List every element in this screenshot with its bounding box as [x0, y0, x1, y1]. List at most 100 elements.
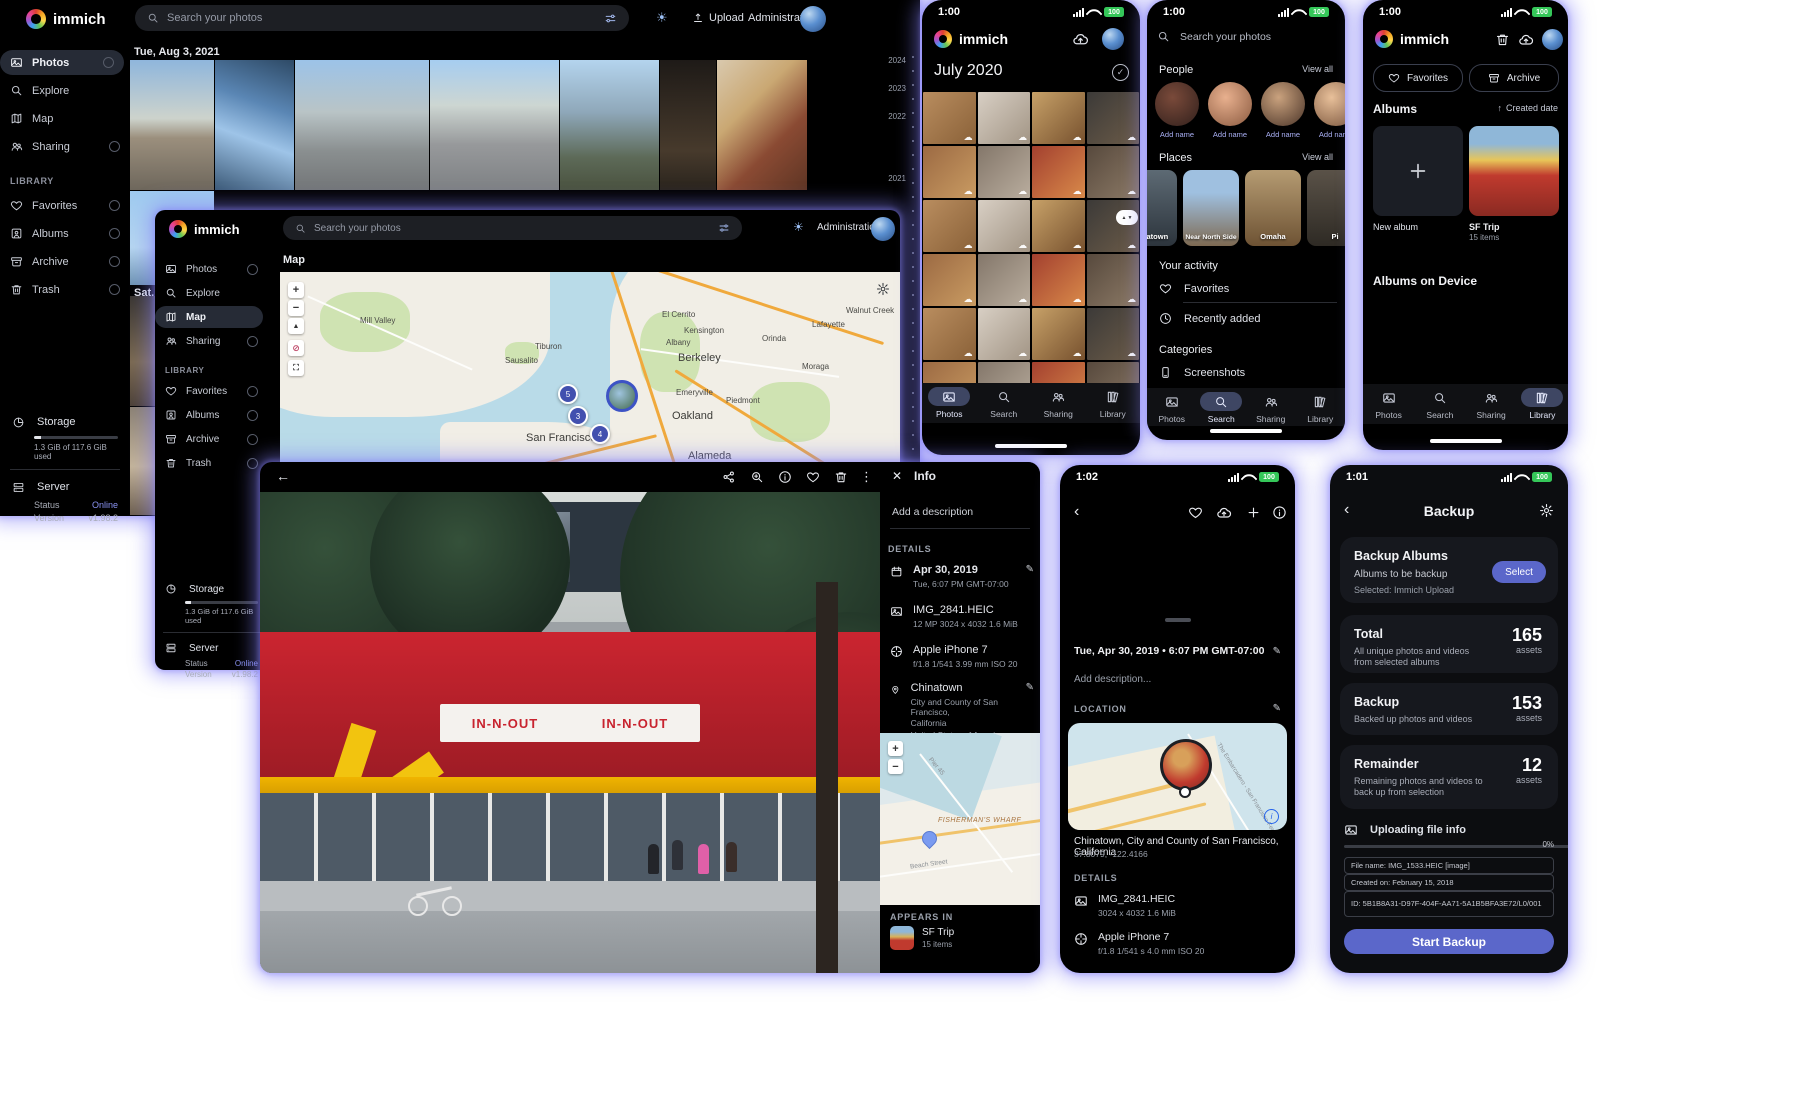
nav-photos[interactable]: Photos: [1147, 388, 1197, 426]
person-face[interactable]: [1314, 82, 1345, 126]
map-photo-cluster[interactable]: 5: [558, 384, 578, 404]
photo-thumbnail[interactable]: ☁: [978, 308, 1031, 360]
add-name-link[interactable]: Add name: [1261, 130, 1305, 139]
photo-thumbnail[interactable]: ☁: [1087, 200, 1140, 252]
timeline-photo[interactable]: [295, 60, 429, 190]
sheet-drag-handle[interactable]: [1165, 618, 1191, 622]
user-avatar[interactable]: [871, 217, 895, 241]
minimap-zoom-out[interactable]: −: [888, 759, 903, 774]
sidebar-item-sharing[interactable]: Sharing: [0, 134, 130, 159]
add-description-field[interactable]: Add description...: [1074, 674, 1151, 685]
people-view-all-link[interactable]: View all: [1302, 64, 1333, 74]
photo-thumbnail[interactable]: ☁: [978, 200, 1031, 252]
sidebar-item-photos[interactable]: Photos: [155, 258, 268, 280]
nav-sharing[interactable]: Sharing: [1246, 388, 1296, 426]
add-name-link[interactable]: Add name: [1155, 130, 1199, 139]
sort-created-date[interactable]: ↑ Created date: [1497, 103, 1558, 113]
favorite-heart-icon[interactable]: [806, 470, 820, 484]
photo-thumbnail[interactable]: ☁: [923, 254, 976, 306]
photo-thumbnail[interactable]: ☁: [1087, 146, 1140, 198]
photo-thumbnail[interactable]: ☁: [1032, 308, 1085, 360]
theme-toggle-icon[interactable]: ☀: [656, 11, 668, 24]
place-card[interactable]: Near North Side: [1183, 170, 1239, 246]
map-photo-marker[interactable]: [606, 380, 638, 412]
photo-thumbnail[interactable]: ☁: [978, 146, 1031, 198]
photo-thumbnail[interactable]: ☁: [1087, 92, 1140, 144]
add-name-link[interactable]: Add name: [1314, 130, 1345, 139]
favorite-heart-icon[interactable]: [1188, 505, 1203, 520]
nav-search[interactable]: Search: [977, 383, 1032, 423]
map-settings-gear-icon[interactable]: [876, 282, 890, 296]
share-icon[interactable]: [722, 470, 736, 484]
sidebar-item-favorites[interactable]: Favorites: [155, 380, 268, 402]
nav-search[interactable]: Search: [1197, 388, 1247, 426]
add-description-field[interactable]: Add a description: [892, 506, 973, 518]
sidebar-item-favorites[interactable]: Favorites: [0, 193, 130, 218]
trash-icon[interactable]: [1495, 32, 1510, 47]
timeline-photo[interactable]: [560, 60, 659, 190]
search-filter-icon[interactable]: [604, 12, 617, 25]
photo-thumbnail[interactable]: ☁: [1087, 254, 1140, 306]
photo-thumbnail[interactable]: ☁: [1032, 254, 1085, 306]
search-input[interactable]: Search your photos: [1157, 30, 1335, 43]
edit-location-icon[interactable]: ✎: [1273, 703, 1281, 714]
edit-date-icon[interactable]: ✎: [1273, 646, 1281, 657]
sidebar-item-map[interactable]: Map: [0, 106, 130, 131]
timeline-scrubber-handle[interactable]: ▲▼: [1116, 210, 1138, 225]
photo-thumbnail[interactable]: ☁: [923, 200, 976, 252]
photo-thumbnail[interactable]: ☁: [1032, 92, 1085, 144]
close-info-icon[interactable]: ✕: [892, 469, 902, 483]
person-face[interactable]: [1261, 82, 1305, 126]
sidebar-item-explore[interactable]: Explore: [155, 282, 268, 304]
timeline-photo[interactable]: [717, 60, 807, 190]
timeline-photo[interactable]: [430, 60, 559, 190]
sidebar-item-archive[interactable]: Archive: [0, 249, 130, 274]
screenshots-row[interactable]: Screenshots: [1159, 366, 1245, 379]
search-filter-icon[interactable]: [718, 222, 730, 234]
back-button[interactable]: ←: [276, 468, 290, 484]
timeline-photo[interactable]: [215, 60, 294, 190]
place-card[interactable]: Pi: [1307, 170, 1345, 246]
archive-button[interactable]: Archive: [1469, 64, 1559, 92]
select-button[interactable]: Select: [1492, 561, 1546, 583]
sidebar-item-albums[interactable]: Albums: [155, 404, 268, 426]
sidebar-item-albums[interactable]: Albums: [0, 221, 130, 246]
album-card-sf-trip[interactable]: [1469, 126, 1559, 216]
theme-toggle-icon[interactable]: ☀: [793, 221, 804, 233]
backup-cloud-icon[interactable]: [1518, 32, 1534, 48]
album-link-row[interactable]: SF Trip 15 items: [890, 926, 1034, 950]
sidebar-item-photos[interactable]: Photos: [0, 50, 124, 75]
zoom-icon[interactable]: [750, 470, 764, 484]
person-face[interactable]: [1208, 82, 1252, 126]
back-chevron-icon[interactable]: ‹: [1074, 503, 1079, 521]
timeline-photo[interactable]: [130, 60, 214, 190]
photo-thumbnail[interactable]: ☁: [923, 308, 976, 360]
nav-library[interactable]: Library: [1517, 384, 1568, 424]
select-all-check-icon[interactable]: ✓: [1112, 64, 1129, 81]
place-card[interactable]: Chinatown: [1147, 170, 1177, 246]
nav-sharing[interactable]: Sharing: [1466, 384, 1517, 424]
favorites-button[interactable]: Favorites: [1373, 64, 1463, 92]
person-face[interactable]: [1155, 82, 1199, 126]
minimap-zoom-in[interactable]: +: [888, 741, 903, 756]
settings-gear-icon[interactable]: [1539, 503, 1554, 518]
user-avatar[interactable]: [800, 6, 826, 32]
sidebar-item-trash[interactable]: Trash: [0, 277, 130, 302]
user-avatar[interactable]: [1542, 29, 1563, 50]
map-photo-cluster[interactable]: 4: [590, 424, 610, 444]
new-album-card[interactable]: [1373, 126, 1463, 216]
sidebar-item-explore[interactable]: Explore: [0, 78, 130, 103]
upload-button[interactable]: Upload: [692, 12, 744, 24]
nav-library[interactable]: Library: [1296, 388, 1346, 426]
map-compass-button[interactable]: ▲: [288, 318, 304, 334]
start-backup-button[interactable]: Start Backup: [1344, 929, 1554, 954]
sidebar-item-trash[interactable]: Trash: [155, 452, 268, 474]
sidebar-item-map[interactable]: Map: [155, 306, 263, 328]
photo-thumbnail[interactable]: ☁: [1032, 146, 1085, 198]
map-zoom-out-button[interactable]: −: [288, 300, 304, 316]
edit-date-icon[interactable]: ✎: [1026, 564, 1034, 589]
upload-cloud-icon[interactable]: [1216, 505, 1232, 521]
search-input[interactable]: Search your photos: [283, 216, 742, 240]
photo-thumbnail[interactable]: ☁: [978, 92, 1031, 144]
places-view-all-link[interactable]: View all: [1302, 152, 1333, 162]
